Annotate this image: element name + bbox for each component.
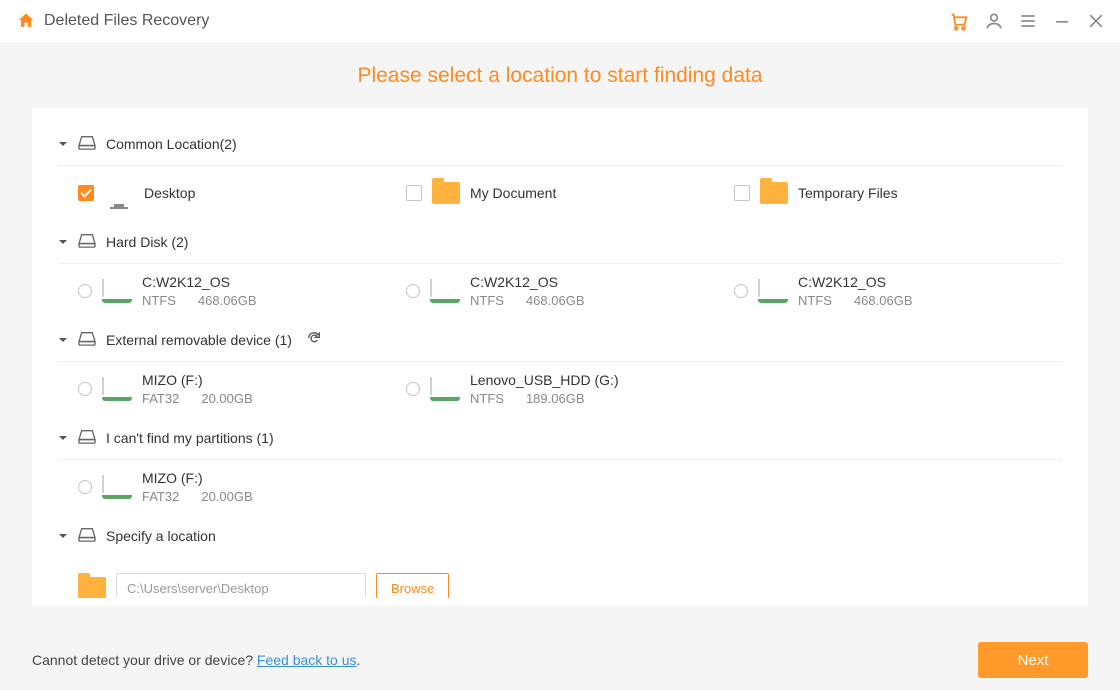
radio[interactable] [78, 382, 92, 396]
missing-items: MIZO (F:) FAT32 20.00GB [58, 460, 1062, 514]
hdd-icon [102, 476, 132, 498]
drive-info: Lenovo_USB_HDD (G:) NTFS 189.06GB [470, 372, 619, 406]
drive-info: MIZO (F:) FAT32 20.00GB [142, 372, 253, 406]
drive-meta: FAT32 20.00GB [142, 391, 253, 406]
checkbox[interactable] [78, 185, 94, 201]
section-title: External removable device (1) [106, 332, 292, 348]
topbar-left: Deleted Files Recovery [0, 11, 209, 31]
common-item-desktop[interactable]: Desktop [78, 176, 406, 210]
drive-name: C:W2K12_OS [142, 274, 257, 290]
hdd-icon [102, 280, 132, 302]
radio[interactable] [78, 284, 92, 298]
drive-info: MIZO (F:) FAT32 20.00GB [142, 470, 253, 504]
specify-row: Browse [58, 557, 1062, 598]
section-harddisk-header[interactable]: Hard Disk (2) [58, 220, 1062, 264]
topbar-right [948, 10, 1106, 32]
hdd-icon [430, 378, 460, 400]
drive-meta: FAT32 20.00GB [142, 489, 253, 504]
drive-icon [76, 134, 98, 153]
hdd-icon [430, 280, 460, 302]
drive-icon [76, 526, 98, 545]
harddisk-items: C:W2K12_OS NTFS 468.06GB C:W2K12_OS NTFS… [58, 264, 1062, 318]
topbar: Deleted Files Recovery [0, 0, 1120, 42]
minimize-icon[interactable] [1052, 11, 1072, 31]
section-title: Common Location(2) [106, 136, 237, 152]
drive-name: Lenovo_USB_HDD (G:) [470, 372, 619, 388]
folder-icon [760, 182, 788, 204]
spacer [734, 372, 1062, 406]
next-button[interactable]: Next [978, 642, 1088, 678]
drive-name: C:W2K12_OS [798, 274, 913, 290]
user-icon[interactable] [984, 11, 1004, 31]
scroll-area[interactable]: Common Location(2) Desktop My Document T… [32, 112, 1088, 598]
chevron-down-icon [58, 430, 68, 446]
main-heading: Please select a location to start findin… [0, 64, 1120, 88]
feedback-link[interactable]: Feed back to us [257, 652, 357, 668]
section-common-header[interactable]: Common Location(2) [58, 122, 1062, 166]
drive-info: C:W2K12_OS NTFS 468.06GB [798, 274, 913, 308]
location-label: Temporary Files [798, 185, 898, 201]
drive-name: C:W2K12_OS [470, 274, 585, 290]
radio[interactable] [406, 382, 420, 396]
close-icon[interactable] [1086, 11, 1106, 31]
checkbox[interactable] [406, 185, 422, 201]
drive-icon [76, 428, 98, 447]
drive-icon [76, 330, 98, 349]
chevron-down-icon [58, 136, 68, 152]
drive-name: MIZO (F:) [142, 372, 253, 388]
section-missing-header[interactable]: I can't find my partitions (1) [58, 416, 1062, 460]
external-items: MIZO (F:) FAT32 20.00GB Lenovo_USB_HDD (… [58, 362, 1062, 416]
hdd-icon [102, 378, 132, 400]
cart-icon[interactable] [948, 10, 970, 32]
page-title: Deleted Files Recovery [44, 12, 209, 30]
missing-item[interactable]: MIZO (F:) FAT32 20.00GB [78, 470, 406, 504]
footer: Cannot detect your drive or device? Feed… [0, 630, 1120, 690]
section-external-header[interactable]: External removable device (1) [58, 318, 1062, 362]
harddisk-item[interactable]: C:W2K12_OS NTFS 468.06GB [406, 274, 734, 308]
location-label: Desktop [144, 185, 195, 201]
location-label: My Document [470, 185, 556, 201]
browse-button[interactable]: Browse [376, 573, 449, 598]
drive-icon [76, 232, 98, 251]
drive-info: C:W2K12_OS NTFS 468.06GB [470, 274, 585, 308]
menu-icon[interactable] [1018, 11, 1038, 31]
drive-name: MIZO (F:) [142, 470, 253, 486]
common-item-temp[interactable]: Temporary Files [734, 176, 1062, 210]
spacer [734, 470, 1062, 504]
drive-meta: NTFS 468.06GB [142, 293, 257, 308]
chevron-down-icon [58, 528, 68, 544]
hdd-icon [758, 280, 788, 302]
common-item-documents[interactable]: My Document [406, 176, 734, 210]
path-input[interactable] [116, 573, 366, 598]
radio[interactable] [406, 284, 420, 298]
section-specify-header[interactable]: Specify a location [58, 514, 1062, 557]
monitor-icon [104, 181, 134, 205]
section-title: Specify a location [106, 528, 216, 544]
chevron-down-icon [58, 234, 68, 250]
drive-meta: NTFS 468.06GB [798, 293, 913, 308]
section-title: I can't find my partitions (1) [106, 430, 274, 446]
drive-meta: NTFS 468.06GB [470, 293, 585, 308]
checkbox[interactable] [734, 185, 750, 201]
harddisk-item[interactable]: C:W2K12_OS NTFS 468.06GB [78, 274, 406, 308]
spacer [406, 470, 734, 504]
folder-icon [78, 577, 106, 598]
harddisk-item[interactable]: C:W2K12_OS NTFS 468.06GB [734, 274, 1062, 308]
location-panel: Common Location(2) Desktop My Document T… [32, 108, 1088, 606]
radio[interactable] [78, 480, 92, 494]
external-item[interactable]: Lenovo_USB_HDD (G:) NTFS 189.06GB [406, 372, 734, 406]
section-title: Hard Disk (2) [106, 234, 188, 250]
chevron-down-icon [58, 332, 68, 348]
external-item[interactable]: MIZO (F:) FAT32 20.00GB [78, 372, 406, 406]
home-icon[interactable] [16, 11, 36, 31]
radio[interactable] [734, 284, 748, 298]
common-items: Desktop My Document Temporary Files [58, 166, 1062, 220]
drive-info: C:W2K12_OS NTFS 468.06GB [142, 274, 257, 308]
folder-icon [432, 182, 460, 204]
refresh-icon[interactable] [306, 330, 322, 349]
footer-text: Cannot detect your drive or device? Feed… [32, 652, 360, 668]
drive-meta: NTFS 189.06GB [470, 391, 619, 406]
